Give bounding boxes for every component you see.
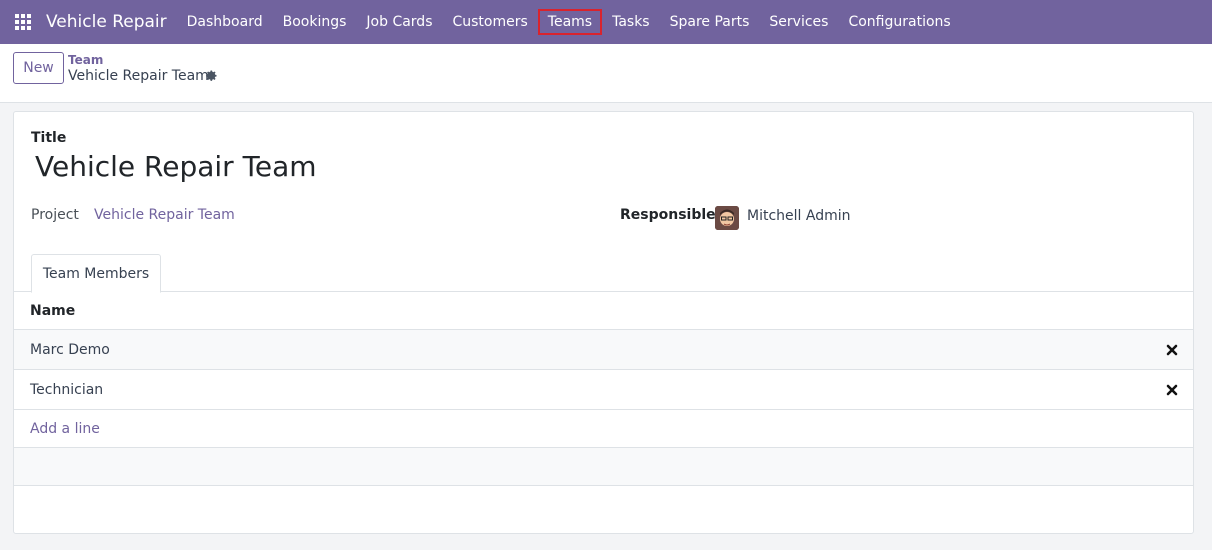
project-field[interactable]: Vehicle Repair Team (94, 207, 235, 223)
responsible-label: Responsible (620, 207, 716, 223)
nav-configurations[interactable]: Configurations (838, 9, 960, 35)
delete-icon[interactable] (1165, 383, 1179, 397)
breadcrumb-team[interactable]: Team (68, 53, 103, 67)
avatar[interactable] (715, 206, 739, 230)
member-name: Marc Demo (30, 341, 110, 358)
add-line-row: Add a line (14, 410, 1193, 448)
project-label: Project (31, 207, 79, 223)
nav-services[interactable]: Services (759, 9, 838, 35)
title-field[interactable]: Vehicle Repair Team (35, 150, 317, 183)
column-header-name[interactable]: Name (14, 292, 1193, 330)
add-line-link[interactable]: Add a line (30, 421, 100, 437)
nav-spare-parts[interactable]: Spare Parts (660, 9, 760, 35)
table-row[interactable]: Marc Demo (14, 330, 1193, 370)
notebook-tabs: Team Members (14, 254, 1193, 293)
control-panel: New Team Vehicle Repair Team (0, 44, 1212, 103)
top-navbar: Vehicle Repair Dashboard Bookings Job Ca… (0, 0, 1212, 44)
title-label: Title (31, 130, 67, 146)
members-table: Name Marc Demo Technician Add a line (14, 292, 1193, 486)
table-body: Marc Demo Technician (14, 330, 1193, 410)
member-name: Technician (30, 381, 104, 398)
nav-job-cards[interactable]: Job Cards (356, 9, 442, 35)
nav-tasks[interactable]: Tasks (602, 9, 660, 35)
form-sheet: Title Vehicle Repair Team Project Vehicl… (13, 111, 1194, 534)
responsible-field[interactable]: Mitchell Admin (747, 208, 851, 224)
new-button[interactable]: New (13, 52, 64, 84)
tab-team-members[interactable]: Team Members (31, 254, 161, 293)
gear-icon[interactable] (204, 69, 218, 83)
record-title: Vehicle Repair Team (68, 68, 209, 84)
nav-teams[interactable]: Teams (537, 9, 603, 35)
apps-menu-icon[interactable] (0, 0, 46, 44)
nav-dashboard[interactable]: Dashboard (177, 9, 273, 35)
app-brand[interactable]: Vehicle Repair (46, 12, 167, 32)
nav-bookings[interactable]: Bookings (273, 9, 357, 35)
empty-row (14, 448, 1193, 486)
nav-customers[interactable]: Customers (442, 9, 537, 35)
table-row[interactable]: Technician (14, 370, 1193, 410)
delete-icon[interactable] (1165, 343, 1179, 357)
